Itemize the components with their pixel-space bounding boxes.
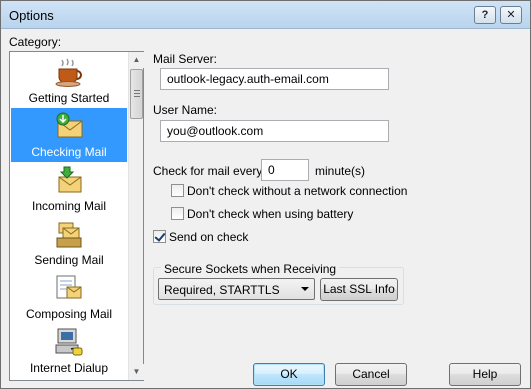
- category-item-label: Composing Mail: [25, 307, 113, 321]
- no-network-checkbox[interactable]: [171, 184, 184, 197]
- category-list-panel: Getting Started Checking Mail Incoming M…: [9, 51, 144, 381]
- check-interval-input[interactable]: 0: [261, 159, 309, 181]
- window-title: Options: [9, 8, 54, 23]
- close-button[interactable]: ✕: [500, 6, 522, 24]
- user-name-input[interactable]: you@outlook.com: [160, 120, 389, 142]
- check-every-label: Check for mail every: [153, 164, 263, 178]
- chevron-down-icon: [301, 287, 309, 291]
- ssl-group-title: Secure Sockets when Receiving: [161, 262, 340, 276]
- category-list: Getting Started Checking Mail Incoming M…: [10, 52, 128, 380]
- last-ssl-info-button[interactable]: Last SSL Info: [320, 278, 398, 301]
- compose-icon: [56, 275, 82, 299]
- category-item-composing-mail[interactable]: Composing Mail: [11, 270, 127, 324]
- scroll-up-arrow-icon[interactable]: ▲: [129, 52, 144, 68]
- outbox-icon: [56, 222, 82, 248]
- help-title-button[interactable]: ?: [474, 6, 496, 24]
- ssl-mode-value: Required, STARTTLS: [164, 283, 280, 297]
- options-dialog: Options ? ✕ Category: Getting Started Ch…: [0, 0, 531, 389]
- battery-checkbox[interactable]: [171, 207, 184, 220]
- no-network-label[interactable]: Don't check without a network connection: [187, 184, 407, 198]
- scrollbar-thumb[interactable]: [130, 69, 143, 119]
- cancel-button[interactable]: Cancel: [335, 363, 407, 386]
- scroll-down-arrow-icon[interactable]: ▼: [129, 364, 144, 380]
- category-item-label: Getting Started: [28, 91, 110, 105]
- help-button[interactable]: Help: [449, 363, 521, 386]
- ssl-mode-select[interactable]: Required, STARTTLS: [158, 278, 315, 300]
- category-item-checking-mail[interactable]: Checking Mail: [11, 108, 127, 162]
- mail-server-label: Mail Server:: [153, 52, 218, 66]
- ok-button[interactable]: OK: [253, 363, 325, 386]
- mail-download-icon: [56, 112, 83, 138]
- user-name-label: User Name:: [153, 103, 218, 117]
- category-item-label: Incoming Mail: [31, 199, 107, 213]
- dialup-computer-icon: [55, 328, 83, 356]
- mail-server-input[interactable]: outlook-legacy.auth-email.com: [160, 68, 389, 90]
- inbox-icon: [58, 166, 82, 193]
- minutes-label: minute(s): [315, 164, 366, 178]
- category-scrollbar[interactable]: ▲ ▼: [128, 52, 144, 380]
- title-bar: Options ? ✕: [1, 1, 530, 29]
- category-label: Category:: [9, 35, 62, 49]
- battery-label[interactable]: Don't check when using battery: [187, 207, 353, 221]
- category-item-sending-mail[interactable]: Sending Mail: [11, 216, 127, 270]
- category-item-incoming-mail[interactable]: Incoming Mail: [11, 162, 127, 216]
- send-on-check-checkbox[interactable]: [153, 230, 166, 243]
- category-item-label: Sending Mail: [34, 253, 104, 267]
- category-item-internet-dialup[interactable]: Internet Dialup: [11, 324, 127, 378]
- coffee-cup-icon: [55, 58, 82, 87]
- send-on-check-label[interactable]: Send on check: [169, 230, 248, 244]
- category-item-getting-started[interactable]: Getting Started: [11, 54, 127, 108]
- category-item-label: Checking Mail: [31, 145, 107, 159]
- category-item-label: Internet Dialup: [29, 361, 109, 375]
